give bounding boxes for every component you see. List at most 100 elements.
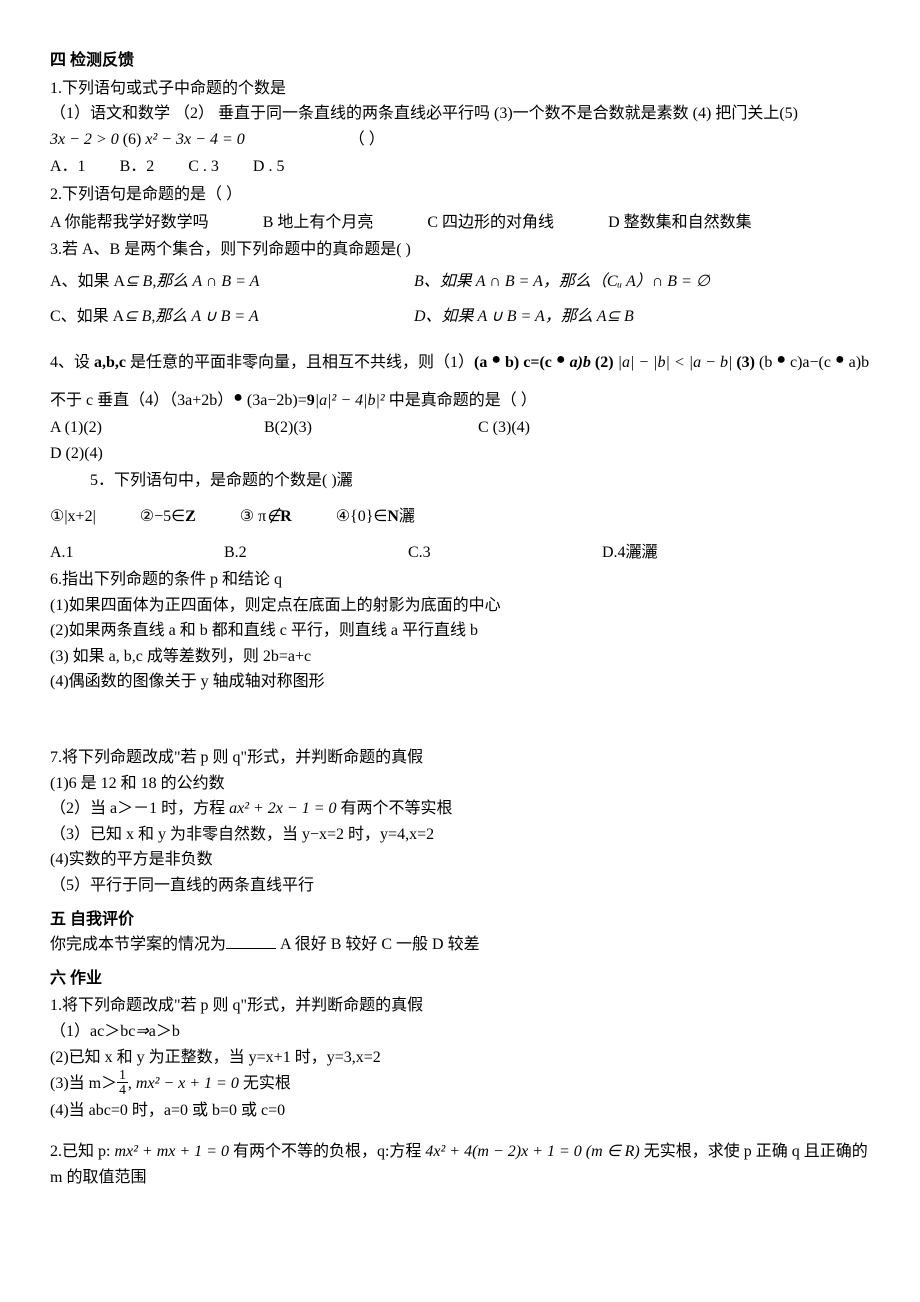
q3-c-pre: C、如果 A (50, 308, 124, 325)
q3-opt-c: C、如果 A⊆ B,那么 A ∪ B = A (50, 304, 410, 330)
q4-line1: 4、设 a,b,c 是任意的平面非零向量，且相互不共线，则（1）(a ● b) … (50, 350, 870, 376)
q4-b6: (3) (732, 354, 759, 371)
s6-q1-i2: (2)已知 x 和 y 为正整数，当 y=x+1 时，y=3,x=2 (50, 1045, 870, 1071)
q4-dot2: ● (556, 351, 566, 368)
s6-q2-a: 2.已知 p: (50, 1143, 114, 1160)
q5-i3sym: ∉ (266, 508, 280, 525)
q2-opt-b: B 地上有个月亮 (263, 214, 374, 231)
q3-opt-a: A、如果 A⊆ B,那么 A ∩ B = A (50, 269, 410, 295)
q3-row1: A、如果 A⊆ B,那么 A ∩ B = A B、如果 A ∩ B = A，那么… (50, 269, 870, 295)
frac-num: 1 (117, 1068, 128, 1083)
q4-stem-a: 4、设 (50, 354, 94, 371)
s6-q2-b: 有两个不等的负根，q:方程 (229, 1143, 425, 1160)
q4-options: A (1)(2) B(2)(3) C (3)(4) D (2)(4) (50, 415, 870, 466)
s6-q1-stem: 1.将下列命题改成"若 p 则 q"形式，并判断命题的真假 (50, 993, 870, 1019)
q4-b5: (2) (591, 354, 618, 371)
s5-text-b: A 很好 B 较好 C 一般 D 较差 (276, 936, 480, 953)
q7-i4: (4)实数的平方是非负数 (50, 847, 870, 873)
q1-exprs: 3x − 2 > 0 (6) x² − 3x − 4 = 0 （ ） (50, 127, 870, 153)
s6-q2-expr1: mx² + mx + 1 = 0 (114, 1143, 229, 1160)
q4-dot3: ● (776, 351, 786, 368)
q5-i4: ④{0}∈N灑 (336, 508, 415, 525)
q7-i2: （2）当 a＞－1 时，方程 ax² + 2x − 1 = 0 有两个不等实根 (50, 796, 870, 822)
q1-options: A．1 B．2 C . 3 D . 5 (50, 154, 870, 180)
q5-i3b: R (280, 508, 292, 525)
q5-i1: ①|x+2| (50, 508, 96, 525)
q7-i3: （3）已知 x 和 y 为非零自然数，当 y−x=2 时，y=4,x=2 (50, 822, 870, 848)
q4-b4: a)b (566, 354, 591, 371)
q4-bold1: a,b,c (94, 354, 126, 371)
q4-stem-b: 是任意的平面非零向量，且相互不共线，则（1） (126, 354, 474, 371)
q1-opt-b: B．2 (120, 158, 155, 175)
q6-i1: (1)如果四面体为正四面体，则定点在底面上的射影为底面的中心 (50, 593, 870, 619)
q4-expr2: |a| − |b| < |a − b| (618, 354, 733, 371)
s6-q2-expr2: 4x² + 4(m − 2)x + 1 = 0 (m ∈ R) (425, 1143, 639, 1160)
q5-i4a: ④{0}∈ (336, 508, 388, 525)
section-6-title: 六 作业 (50, 966, 870, 992)
q3-opt-d: D、如果 A ∪ B = A，那么 A⊆ B (414, 308, 634, 325)
q2-stem: 2.下列语句是命题的是（ ） (50, 182, 870, 208)
q1-items: （1）语文和数学 （2） 垂直于同一条直线的两条直线必平行吗 (3)一个数不是合… (50, 101, 870, 127)
q1-opt-a: A．1 (50, 158, 86, 175)
q5-i4c: 灑 (399, 508, 415, 525)
q3-a-pre: A、如果 A (50, 273, 125, 290)
q3-c-post: ,那么 A ∪ B = A (151, 308, 258, 325)
s6-q1-i3a: (3)当 m＞ (50, 1075, 117, 1092)
q3-stem: 3.若 A、B 是两个集合，则下列命题中的真命题是( ) (50, 237, 870, 263)
q6: 6.指出下列命题的条件 p 和结论 q (1)如果四面体为正四面体，则定点在底面… (50, 567, 870, 695)
q3-row2: C、如果 A⊆ B,那么 A ∪ B = A D、如果 A ∪ B = A，那么… (50, 304, 870, 330)
q3-c-sub: ⊆ B (124, 308, 151, 325)
q3-a-sub: ⊆ B (125, 273, 152, 290)
q4-dot4: ● (835, 351, 845, 368)
q3-d-pre: D、如果 A ∪ B = A，那么 A (414, 308, 607, 325)
s6-q1-i1: （1）ac＞bc⇒a＞b (50, 1019, 870, 1045)
q2-options: A 你能帮我学好数学吗 B 地上有个月亮 C 四边形的对角线 D 整数集和自然数… (50, 210, 870, 236)
s6-q1-i3c: 无实根 (239, 1075, 291, 1092)
q4: 4、设 a,b,c 是任意的平面非零向量，且相互不共线，则（1）(a ● b) … (50, 350, 870, 466)
s6-q2: 2.已知 p: mx² + mx + 1 = 0 有两个不等的负根，q:方程 4… (50, 1139, 870, 1190)
q5-items: ①|x+2| ②−5∈Z ③ π∉R ④{0}∈N灑 (50, 504, 870, 530)
s6-q1-i4: (4)当 abc=0 时，a=0 或 b=0 或 c=0 (50, 1098, 870, 1124)
q4-l2c: 中是真命题的是（ ） (385, 392, 537, 409)
q2: 2.下列语句是命题的是（ ） A 你能帮我学好数学吗 B 地上有个月亮 C 四边… (50, 182, 870, 235)
q7-stem: 7.将下列命题改成"若 p 则 q"形式，并判断命题的真假 (50, 745, 870, 771)
q3: 3.若 A、B 是两个集合，则下列命题中的真命题是( ) A、如果 A⊆ B,那… (50, 237, 870, 330)
q4-opt-a: A (1)(2) (50, 415, 230, 441)
q5-opt-b: B.2 (224, 540, 374, 566)
q5-opt-d: D.4灑灑 (602, 544, 658, 561)
q5-i2a: ②−5∈ (140, 508, 185, 525)
q7: 7.将下列命题改成"若 p 则 q"形式，并判断命题的真假 (1)6 是 12 … (50, 745, 870, 899)
s6-q1-i1a: （1）ac＞bc (50, 1023, 135, 1040)
q4-opt-b: B(2)(3) (264, 415, 444, 441)
q1-expr-a: 3x − 2 > 0 (50, 131, 119, 148)
q4-p3c: a)b (845, 354, 869, 371)
q4-opt-c: C (3)(4) (478, 415, 658, 441)
q3-b-cu: Cᵤ A (607, 273, 636, 290)
q7-i2expr: ax² + 2x − 1 = 0 (229, 800, 336, 817)
q5-opt-a: A.1 (50, 540, 190, 566)
q3-d-sub: ⊆ B (607, 308, 634, 325)
q3-b-post: ）∩ B = ∅ (636, 273, 710, 290)
q3-b-pre: B、如果 A ∩ B = A，那么（ (414, 273, 607, 290)
frac-den: 4 (117, 1083, 128, 1097)
s6-q1-i3: (3)当 m＞14, mx² − x + 1 = 0 无实根 (50, 1070, 870, 1098)
q4-b3: b) c=(c (501, 354, 556, 371)
s5-line: 你完成本节学案的情况为 A 很好 B 较好 C 一般 D 较差 (50, 932, 870, 958)
q4-dot5: ● (233, 389, 243, 406)
q5-i3a: ③ π (240, 508, 266, 525)
q5-stem: 5．下列语句中，是命题的个数是( )灑 (90, 468, 870, 494)
q4-p3b: c)a−(c (786, 354, 835, 371)
q1: 1.下列语句或式子中命题的个数是 （1）语文和数学 （2） 垂直于同一条直线的两… (50, 76, 870, 180)
q1-stem: 1.下列语句或式子中命题的个数是 (50, 76, 870, 102)
s6-q1: 1.将下列命题改成"若 p 则 q"形式，并判断命题的真假 （1）ac＞bc⇒a… (50, 993, 870, 1124)
q4-p3: (b (759, 354, 776, 371)
q7-i2a: （2）当 a＞－1 时，方程 (50, 800, 229, 817)
s6-q1-i3expr: mx² − x + 1 = 0 (136, 1075, 239, 1092)
q5-i2: ②−5∈Z (140, 508, 196, 525)
q4-l2a: 不于 c 垂直（4）（3a+2b） (50, 392, 233, 409)
q6-stem: 6.指出下列命题的条件 p 和结论 q (50, 567, 870, 593)
s6-q1-i1b: a＞b (149, 1023, 180, 1040)
section-5-title: 五 自我评价 (50, 907, 870, 933)
q7-i5: （5）平行于同一直线的两条直线平行 (50, 873, 870, 899)
q1-opt-d: D . 5 (253, 158, 285, 175)
